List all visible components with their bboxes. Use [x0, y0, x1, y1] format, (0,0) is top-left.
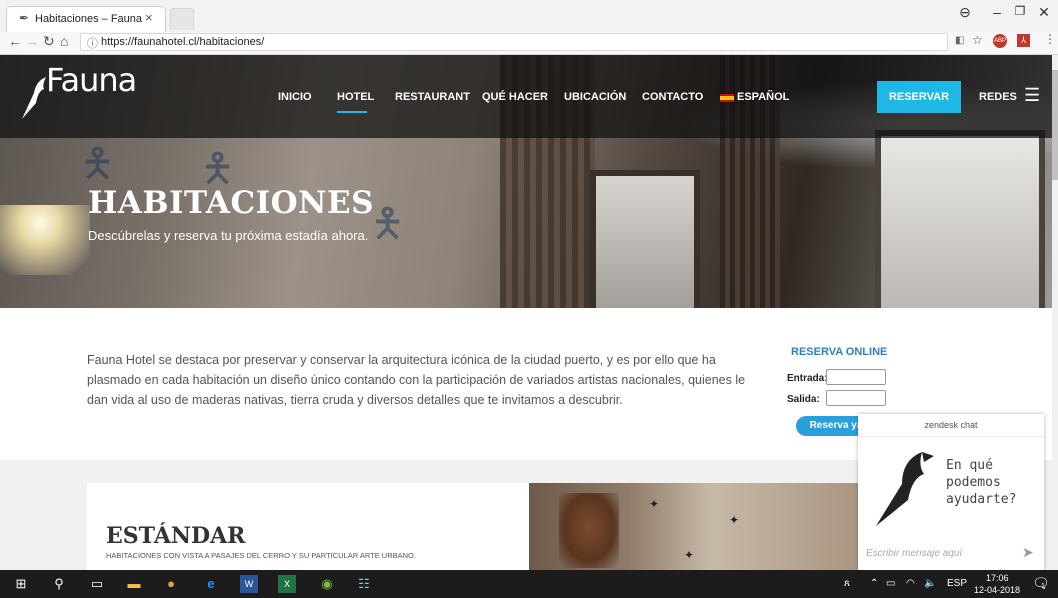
bird-icon: ✦: [649, 497, 660, 511]
nav-contacto[interactable]: CONTACTO: [642, 91, 703, 103]
intro-paragraph: Fauna Hotel se destaca por preservar y c…: [87, 353, 746, 407]
bird-logo-icon: [872, 444, 936, 533]
page-title: HABITACIONES: [88, 185, 374, 221]
back-icon[interactable]: ←: [8, 33, 22, 49]
chrome-icon[interactable]: ●: [162, 575, 180, 593]
spain-flag-icon: [720, 94, 734, 102]
close-tab-icon[interactable]: ×: [145, 10, 153, 25]
chat-header[interactable]: zendesk chat: [858, 414, 1044, 437]
nav-language[interactable]: ESPAÑOL: [737, 91, 789, 103]
reservar-button[interactable]: RESERVAR: [877, 81, 961, 113]
close-window-icon[interactable]: ✕: [1035, 4, 1053, 21]
bird-favicon-icon: ✒: [19, 11, 30, 25]
file-explorer-icon[interactable]: ▬: [125, 575, 143, 593]
lamp-decoration: [0, 205, 90, 275]
salida-label: Salida:: [787, 394, 820, 405]
browser-tab-strip: ✒ Habitaciones – Fauna × ⊖ – ❐ ✕: [0, 0, 1058, 32]
nav-hotel[interactable]: HOTEL: [337, 91, 374, 103]
entrada-label: Entrada:: [787, 373, 828, 384]
task-view-icon[interactable]: ▭: [88, 575, 106, 593]
home-icon[interactable]: ⌂: [60, 33, 68, 49]
adblock-icon[interactable]: ABP: [993, 34, 1007, 48]
language-indicator[interactable]: ESP: [947, 578, 967, 589]
windows-start-icon[interactable]: ⊞: [12, 575, 30, 593]
tab-title: Habitaciones – Fauna: [35, 13, 143, 25]
wifi-icon[interactable]: ◠: [906, 578, 915, 589]
window-decoration: [875, 130, 1045, 308]
redes-link[interactable]: REDES: [979, 91, 1017, 103]
bird-icon: ✦: [729, 513, 740, 527]
clock-time[interactable]: 17:06: [986, 573, 1009, 583]
translate-icon[interactable]: ◧: [955, 35, 964, 46]
site-header: Fauna INICIO HOTEL RESTAURANT QUÉ HACER …: [0, 55, 1058, 138]
clock-date[interactable]: 12-04-2018: [974, 585, 1020, 595]
mural-figure-icon: 🯅: [370, 202, 406, 246]
logo-text: Fauna: [46, 61, 137, 99]
window-decoration: [590, 170, 700, 308]
nav-restaurant[interactable]: RESTAURANT: [395, 91, 470, 103]
battery-icon[interactable]: ▭: [886, 578, 895, 589]
notification-count: 1: [1041, 583, 1045, 590]
salida-date-input[interactable]: [826, 390, 886, 406]
zendesk-chat-widget[interactable]: zendesk chat En qué podemos ayudarte? Es…: [858, 414, 1044, 570]
search-icon[interactable]: ⚲: [50, 575, 68, 593]
profile-icon[interactable]: ⊖: [956, 4, 974, 21]
tray-chevron-icon[interactable]: ⌃: [870, 578, 878, 589]
chat-message-input[interactable]: Escribir mensaje aquí: [862, 542, 1022, 566]
forward-icon[interactable]: →: [25, 33, 39, 49]
hamburger-menu-icon[interactable]: ☰: [1024, 85, 1040, 106]
room-subtitle: HABITACIONES CON VISTA A PASAJES DEL CER…: [106, 551, 416, 560]
excel-icon[interactable]: X: [278, 575, 296, 593]
new-tab-button[interactable]: [170, 8, 194, 30]
send-icon[interactable]: ➤: [1022, 544, 1034, 561]
scrollbar-thumb[interactable]: [1052, 70, 1058, 180]
bird-icon: ✦: [684, 548, 695, 562]
url-text: https://faunahotel.cl/habitaciones/: [101, 36, 265, 48]
browser-tab[interactable]: ✒ Habitaciones – Fauna ×: [6, 6, 166, 32]
windows-taskbar: ⊞ ⚲ ▭ ▬ ● e W X ◉ ☷ ጸ ⌃ ▭ ◠ 🔈 ESP 17:06 …: [0, 570, 1058, 598]
minimize-icon[interactable]: –: [988, 4, 1006, 20]
network-app-icon[interactable]: ☷: [355, 575, 373, 593]
room-photo[interactable]: ✦ ✦ ✦: [529, 483, 859, 573]
hero-banner: 🯅 🯅 🯅 Fauna INICIO HOTEL RESTAURANT QUÉ …: [0, 55, 1058, 308]
address-bar: ← → ↻ ⌂ ⓘ https://faunahotel.cl/habitaci…: [0, 32, 1058, 55]
entrada-date-input[interactable]: [826, 369, 886, 385]
people-icon[interactable]: ጸ: [844, 578, 850, 589]
restore-icon[interactable]: ❐: [1011, 4, 1029, 18]
nav-inicio[interactable]: INICIO: [278, 91, 312, 103]
url-input[interactable]: ⓘ https://faunahotel.cl/habitaciones/: [80, 33, 948, 51]
edge-icon[interactable]: e: [202, 575, 220, 593]
volume-icon[interactable]: 🔈: [924, 578, 936, 589]
room-title: ESTÁNDAR: [106, 523, 246, 549]
bookmark-star-icon[interactable]: ☆: [972, 33, 983, 47]
mural-face-decoration: [559, 493, 619, 568]
utorrent-icon[interactable]: ◉: [318, 575, 336, 593]
info-icon[interactable]: ⓘ: [87, 35, 98, 51]
page-subtitle: Descúbrelas y reserva tu próxima estadía…: [88, 228, 369, 243]
nav-ubicacion[interactable]: UBICACIÓN: [564, 91, 626, 103]
active-nav-underline: [337, 111, 367, 113]
chat-greeting: En qué podemos ayudarte?: [946, 458, 1017, 507]
reload-icon[interactable]: ↻: [43, 33, 55, 50]
booking-title: RESERVA ONLINE: [791, 346, 888, 358]
nav-que-hacer[interactable]: QUÉ HACER: [482, 91, 548, 103]
chrome-menu-icon[interactable]: ⋮: [1044, 32, 1056, 46]
pdf-extension-icon[interactable]: ⅄: [1017, 34, 1030, 47]
word-icon[interactable]: W: [240, 575, 258, 593]
